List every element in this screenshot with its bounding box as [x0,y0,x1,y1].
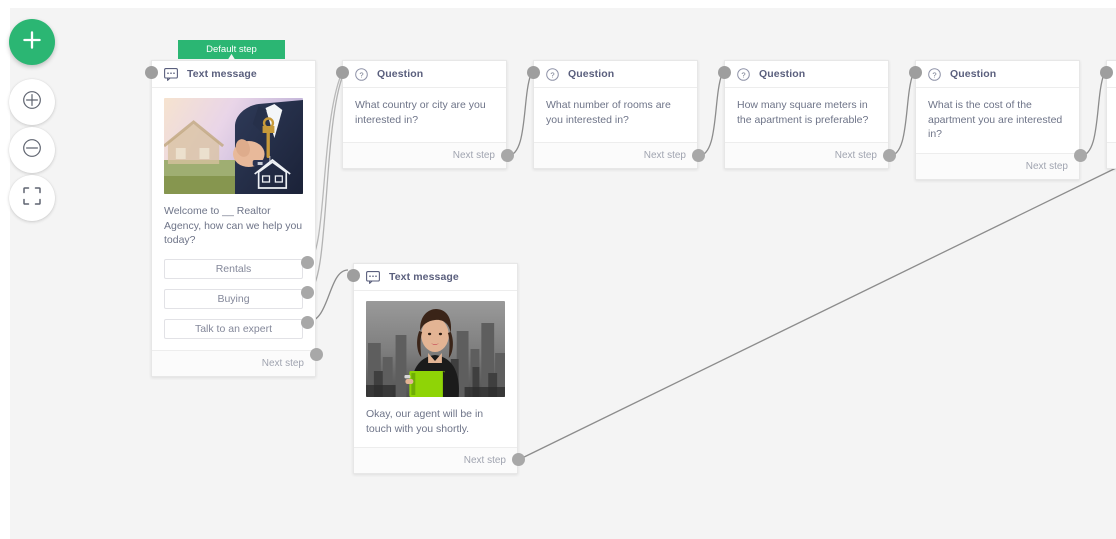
node-next-step-dot-welcome[interactable] [310,348,323,361]
choice-rentals[interactable]: Rentals [164,258,303,279]
next-step-label: Next step [261,357,304,369]
node-input-dot-question-country[interactable] [336,66,349,79]
node-body: What is the cost of the apartment you ar… [916,88,1079,153]
default-step-badge: Default step [178,40,285,59]
node-choice-list: Rentals Buying Talk to an expert [152,258,315,339]
node-question-rooms[interactable]: ? Question What number of rooms are you … [533,60,698,169]
question-icon: ? [546,67,559,81]
choice-output-dot-rentals[interactable] [301,256,314,269]
zoom-in-button[interactable] [9,79,55,125]
svg-text:?: ? [932,70,936,79]
node-footer: Next step [534,142,697,168]
node-body: How many square meters in the apartment … [725,88,888,142]
node-header-title: Question [950,68,997,80]
node-next-step-dot-question-rooms[interactable] [692,149,705,162]
next-step-label: Next step [643,150,686,161]
node-image-businesswoman [366,301,505,397]
node-question-text: What number of rooms are you interested … [546,99,671,126]
add-step-button[interactable] [9,19,55,65]
zoom-out-icon [21,137,43,164]
node-question-text: How many square meters in the apartment … [737,99,869,126]
node-input-dot-question-square-meters[interactable] [718,66,731,79]
svg-text:?: ? [359,70,363,79]
choice-output-dot-buying[interactable] [301,286,314,299]
choice-talk-to-an-expert[interactable]: Talk to an expert [164,318,303,339]
zoom-in-icon [21,89,43,116]
node-input-dot-agent[interactable] [347,269,360,282]
node-body: What number of rooms are you interested … [534,88,697,142]
node-header: ? Question [534,61,697,88]
svg-text:?: ? [550,70,554,79]
node-header-title: Question [377,68,424,80]
next-step-label: Next step [1025,160,1068,172]
node-footer [1107,142,1116,168]
node-header: Text message [354,264,517,291]
default-step-badge-label: Default step [178,40,285,59]
fit-screen-icon [22,186,42,211]
choice-label: Buying [217,292,250,305]
node-header-title: Text message [389,271,459,283]
node-input-dot-question-cost[interactable] [909,66,922,79]
node-header: ? Question [343,61,506,88]
node-next-step-dot-question-country[interactable] [501,149,514,162]
node-header-title: Question [759,68,806,80]
node-footer: Next step [916,152,1079,179]
choice-output-dot-talk-to-an-expert[interactable] [301,316,314,329]
plus-icon [21,29,43,56]
node-body: Okay, our agent will be in touch with yo… [354,291,517,447]
node-body: Welcome to __ Realtor Agency, how can we… [152,88,315,259]
next-step-label: Next step [452,150,495,161]
flow-canvas[interactable]: Default step Text message Welcome to __ … [10,8,1116,539]
text-message-icon [164,67,178,81]
node-question-text: What is the cost of the apartment you ar… [928,99,1063,140]
text-message-icon [366,270,380,284]
node-image-realtor-key [164,98,303,194]
node-header: ? Question [916,61,1079,88]
question-icon: ? [928,67,941,81]
node-text-message-agent[interactable]: Text message Okay, our agent will be in … [353,263,518,474]
flow-builder-app: Default step Text message Welcome to __ … [0,0,1116,539]
node-input-dot-question-rooms[interactable] [527,66,540,79]
svg-text:?: ? [741,70,745,79]
node-footer: Next step [152,349,315,376]
choice-label: Talk to an expert [194,322,273,335]
node-footer: Next step [725,142,888,168]
node-next-step-dot-agent[interactable] [512,453,525,466]
node-footer: Next step [354,447,517,473]
canvas-toolbar [9,19,55,221]
node-message-text: Welcome to __ Realtor Agency, how can we… [164,205,303,246]
node-footer: Next step [343,142,506,168]
node-text-message-welcome[interactable]: Text message Welcome to __ Realtor Agenc… [151,60,316,377]
node-next-step-dot-question-cost[interactable] [1074,149,1087,162]
node-body [1107,88,1116,142]
node-body: What country or city are you interested … [343,88,506,142]
question-icon: ? [737,67,750,81]
zoom-out-button[interactable] [9,127,55,173]
node-question-square-meters[interactable]: ? Question How many square meters in the… [724,60,889,169]
question-icon: ? [355,67,368,81]
node-header: ? Question [725,61,888,88]
fit-screen-button[interactable] [9,175,55,221]
node-question-cost[interactable]: ? Question What is the cost of the apart… [915,60,1080,180]
choice-label: Rentals [215,262,252,275]
node-question-country[interactable]: ? Question What country or city are you … [342,60,507,169]
node-input-dot-welcome[interactable] [145,66,158,79]
node-message-text: Okay, our agent will be in touch with yo… [366,408,484,435]
choice-buying[interactable]: Buying [164,288,303,309]
next-step-label: Next step [834,150,877,161]
node-header-title: Question [568,68,615,80]
node-next-step-dot-question-square-meters[interactable] [883,149,896,162]
node-input-dot-offscreen[interactable] [1100,66,1113,79]
node-question-text: What country or city are you interested … [355,99,486,126]
next-step-label: Next step [463,455,506,466]
node-header-title: Text message [187,68,257,80]
node-header: Text message [152,61,315,88]
